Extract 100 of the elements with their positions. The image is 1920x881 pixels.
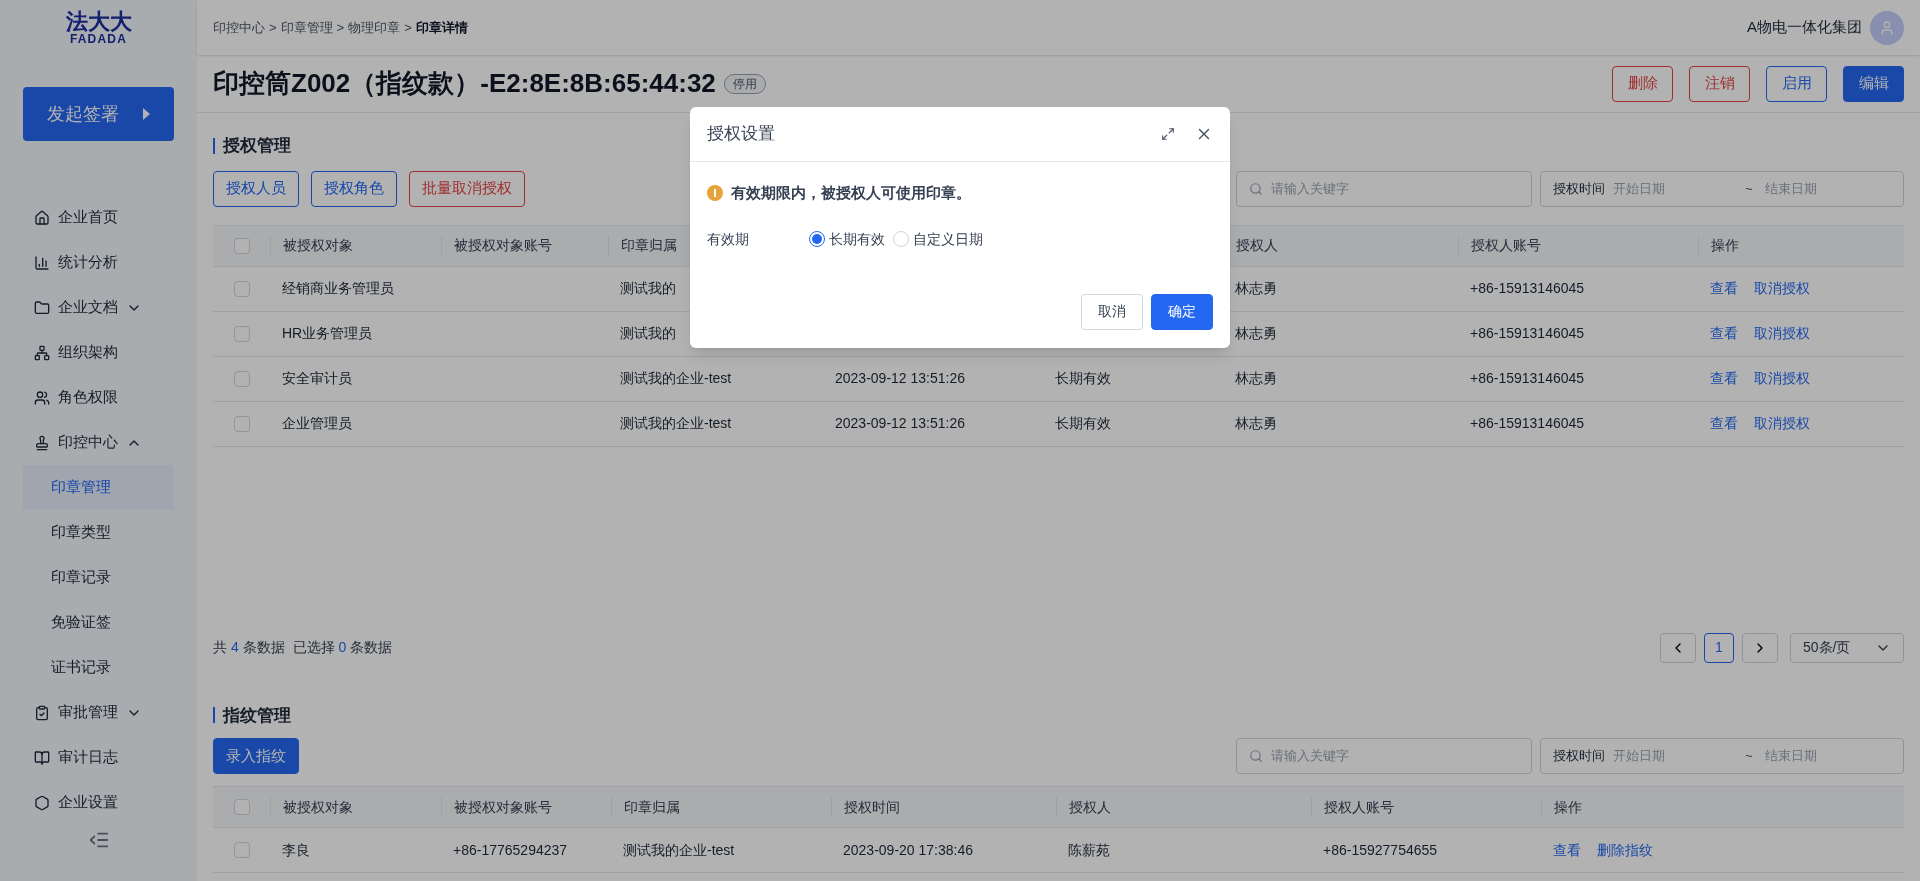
column-header: 操作: [1711, 236, 1739, 255]
page-button[interactable]: 1: [1704, 632, 1734, 663]
folder-icon: [34, 299, 50, 316]
breadcrumb-link[interactable]: 印控中心: [213, 17, 265, 38]
button[interactable]: 批量取消授权: [409, 170, 525, 207]
dialog-title: 授权设置: [707, 123, 775, 146]
sidebar-item[interactable]: 统计分析: [0, 240, 197, 285]
sidebar-subitem[interactable]: 印章记录: [23, 555, 174, 600]
table-cell: 林志勇: [1235, 325, 1277, 341]
button[interactable]: 授权人员: [213, 170, 299, 207]
table-cell: 林志勇: [1235, 370, 1277, 386]
sidebar-item[interactable]: 企业首页: [0, 195, 197, 240]
logo-text: 法大大: [65, 10, 132, 33]
table-cell: +86-15913146045: [1470, 370, 1585, 386]
table-cell: 李良: [282, 841, 310, 858]
table-link[interactable]: 查看: [1553, 839, 1581, 861]
radio-option[interactable]: 自定义日期: [893, 228, 983, 250]
sidebar-item[interactable]: 角色权限: [0, 375, 197, 420]
table-cell: +86-15913146045: [1470, 415, 1585, 431]
end-date-field[interactable]: 结束日期: [1764, 178, 1817, 199]
sidebar-item[interactable]: 企业设置: [0, 780, 197, 825]
summary-text: 共: [213, 638, 227, 657]
section-marker: [213, 137, 215, 154]
page-size-select[interactable]: 50条/页: [1790, 632, 1904, 663]
header-checkbox[interactable]: [233, 799, 250, 815]
range-separator: ~: [1745, 747, 1753, 766]
end-date-field[interactable]: 结束日期: [1764, 746, 1817, 766]
book-icon: [34, 749, 50, 766]
header-checkbox[interactable]: [233, 237, 250, 254]
range-separator: ~: [1745, 179, 1753, 198]
table-link[interactable]: 查看: [1710, 413, 1738, 434]
start-signing-button[interactable]: 发起签署: [23, 87, 174, 141]
settings-icon: [34, 794, 50, 811]
button[interactable]: 编辑: [1843, 65, 1904, 102]
section-marker: [213, 707, 215, 724]
button[interactable]: 注销: [1689, 65, 1750, 102]
table-cell: 林志勇: [1235, 280, 1277, 296]
warning-icon: [707, 185, 723, 202]
table-cell: 长期有效: [1055, 370, 1111, 386]
table-link[interactable]: 取消授权: [1754, 323, 1810, 344]
page-title: 印控筒Z002（指纹款）-E2:8E:8B:65:44:32: [213, 67, 716, 100]
row-checkbox[interactable]: [233, 325, 250, 342]
column-header: 授权人: [1069, 797, 1111, 817]
sidebar-item[interactable]: 审计日志: [0, 735, 197, 780]
status-tag: 停用: [723, 73, 766, 94]
column-header: 印章归属: [621, 236, 677, 255]
logo-subtext: FADADA: [69, 32, 128, 45]
sidebar-item[interactable]: 企业文档: [0, 285, 197, 330]
sidebar-subitem[interactable]: 印章类型: [23, 510, 174, 555]
sidebar-item[interactable]: 组织架构: [0, 330, 197, 375]
row-checkbox[interactable]: [233, 280, 250, 297]
notice-text: 有效期限内，被授权人可使用印章。: [731, 183, 971, 203]
breadcrumb-link[interactable]: 印章详情: [415, 17, 468, 38]
maximize-icon[interactable]: [1161, 127, 1175, 141]
table-cell: 安全审计员: [282, 370, 352, 386]
table-link[interactable]: 取消授权: [1754, 413, 1810, 434]
field-label: 有效期: [707, 229, 750, 249]
sidebar-subitem[interactable]: 证书记录: [23, 645, 174, 690]
date-range-label: 授权时间: [1553, 179, 1605, 198]
next-page-button[interactable]: [1742, 632, 1778, 663]
button[interactable]: 删除: [1612, 65, 1673, 102]
button[interactable]: 确定: [1151, 293, 1213, 330]
sidebar-subitem[interactable]: 免验证签: [23, 600, 174, 645]
table-link[interactable]: 查看: [1710, 278, 1738, 299]
sidebar-subitem[interactable]: 印章管理: [23, 465, 174, 510]
column-header: 印章归属: [624, 797, 680, 817]
button[interactable]: 取消: [1081, 293, 1143, 330]
table-link[interactable]: 取消授权: [1754, 278, 1810, 299]
table-link[interactable]: 取消授权: [1754, 368, 1810, 389]
row-checkbox[interactable]: [233, 415, 250, 432]
table-cell: 经销商业务管理员: [282, 280, 394, 296]
avatar[interactable]: [1870, 10, 1904, 45]
row-checkbox[interactable]: [233, 842, 250, 858]
breadcrumb-link[interactable]: 物理印章: [348, 17, 401, 38]
table-cell: 2023-09-12 13:51:26: [835, 415, 965, 431]
search-field[interactable]: 请输入关键字: [1236, 170, 1532, 207]
count-number: 4: [231, 638, 239, 657]
start-date-field[interactable]: 开始日期: [1613, 178, 1733, 199]
table-link[interactable]: 查看: [1710, 323, 1738, 344]
search-field[interactable]: 请输入关键字: [1236, 738, 1532, 774]
breadcrumb-link[interactable]: 印章管理: [280, 17, 333, 38]
column-header: 授权人: [1236, 236, 1278, 255]
table-cell: 林志勇: [1235, 415, 1277, 431]
start-date-field[interactable]: 开始日期: [1613, 746, 1733, 766]
previous-page-button[interactable]: [1660, 632, 1696, 663]
row-checkbox[interactable]: [233, 370, 250, 387]
date-range-field[interactable]: 授权时间 开始日期 ~ 结束日期: [1540, 170, 1904, 207]
sidebar-item[interactable]: 审批管理: [0, 690, 197, 735]
sidebar-item[interactable]: 印控中心: [0, 420, 197, 465]
column-header: 被授权对象账号: [454, 236, 552, 255]
date-range-field[interactable]: 授权时间 开始日期 ~ 结束日期: [1540, 738, 1904, 774]
button[interactable]: 录入指纹: [213, 738, 299, 774]
table-link[interactable]: 查看: [1710, 368, 1738, 389]
radio-option[interactable]: 长期有效: [809, 228, 885, 250]
button[interactable]: 授权角色: [311, 170, 397, 207]
table-link[interactable]: 删除指纹: [1597, 839, 1653, 861]
section-title: 指纹管理: [223, 704, 291, 727]
hierarchy-icon: [34, 344, 50, 361]
button[interactable]: 启用: [1766, 65, 1827, 102]
table-cell: 陈薪苑: [1068, 841, 1110, 858]
